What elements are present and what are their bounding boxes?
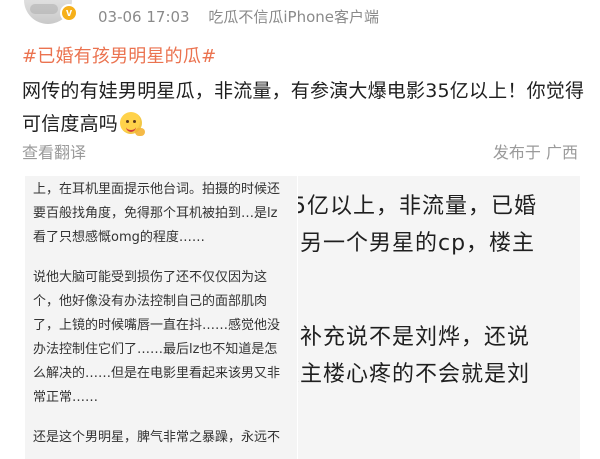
verified-badge-icon: v xyxy=(60,4,78,22)
post-timestamp: 03-06 17:03 xyxy=(98,8,190,26)
screenshot-left-paragraph-2: 说他大脑可能受到损伤了还不仅仅因为这个，他好像没有办法控制自己的面部肌肉了，上镜… xyxy=(33,270,281,405)
avatar-container[interactable]: v xyxy=(24,0,80,28)
thinking-face-icon xyxy=(120,112,146,136)
screenshot-image-left[interactable]: 上，在耳机里面提示他台词。拍摄的时候还要百般找角度，免得那个耳机被拍到…是lz看… xyxy=(25,176,297,459)
image-divider xyxy=(297,176,298,459)
translate-link[interactable]: 查看翻译 xyxy=(22,139,86,163)
screenshot-right-text: 35亿以上，非流量，已婚 和另一个男星的cp，楼主 。 主补充说不是刘烨，还说 … xyxy=(297,188,580,393)
post-location: 发布于 广西 xyxy=(492,143,578,162)
post-body: 网传的有娃男明星瓜，非流量，有参演大爆电影35亿以上！你觉得可信度高吗 xyxy=(22,75,587,141)
hashtag-link[interactable]: #已婚有孩男明星的瓜# xyxy=(22,42,216,68)
screenshot-right-line-3: 。 xyxy=(297,262,580,299)
screenshot-image-right[interactable]: 35亿以上，非流量，已婚 和另一个男星的cp，楼主 。 主补充说不是刘烨，还说 … xyxy=(297,176,580,459)
post-meta: 03-06 17:03 吃瓜不信瓜iPhone客户端 xyxy=(98,6,379,27)
screenshot-right-line-4: 主补充说不是刘烨，还说 xyxy=(297,325,531,350)
screenshot-left-paragraph-1: 上，在耳机里面提示他台词。拍摄的时候还要百般找角度，免得那个耳机被拍到…是lz看… xyxy=(33,182,281,245)
post-text: 网传的有娃男明星瓜，非流量，有参演大爆电影35亿以上！你觉得可信度高吗 xyxy=(22,80,585,135)
screenshot-right-line-1: 35亿以上，非流量，已婚 xyxy=(297,194,537,219)
screenshot-right-line-2: 和另一个男星的cp，楼主 xyxy=(297,231,536,256)
weibo-post: v 03-06 17:03 吃瓜不信瓜iPhone客户端 #已婚有孩男明星的瓜#… xyxy=(0,0,600,459)
screenshot-left-paragraph-3: 还是这个男明星，脾气非常之暴躁，永远不 xyxy=(33,430,281,445)
post-source: 吃瓜不信瓜iPhone客户端 xyxy=(208,8,380,26)
screenshot-right-spacer xyxy=(297,299,580,319)
screenshot-right-line-5: 以主楼心疼的不会就是刘 xyxy=(297,362,531,387)
screenshot-left-text: 上，在耳机里面提示他台词。拍摄的时候还要百般找角度，免得那个耳机被拍到…是lz看… xyxy=(33,178,287,459)
